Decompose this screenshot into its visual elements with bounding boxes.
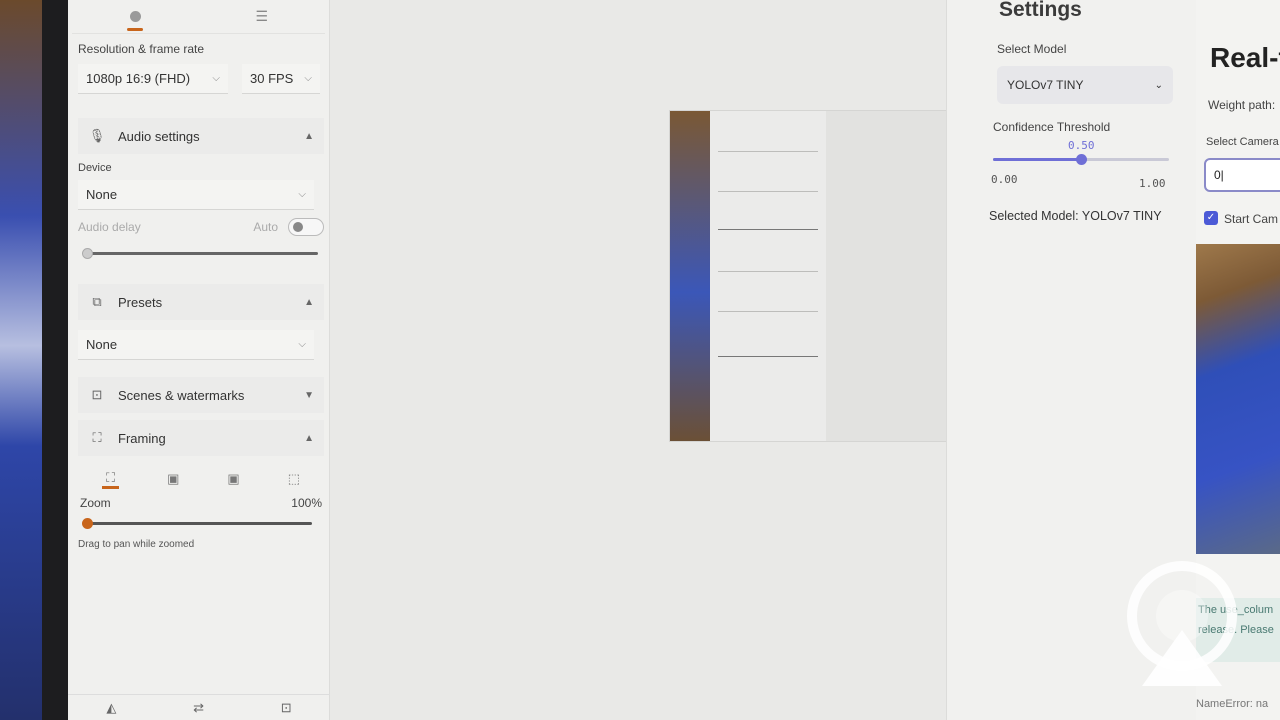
sidebar-title: Settings [999, 0, 1082, 21]
auto-toggle[interactable] [288, 218, 324, 236]
watermark-logo-icon [1127, 561, 1237, 686]
camera-settings-panel: ☰ Resolution & frame rate 1080p 16:9 (FH… [68, 0, 330, 720]
presets-header[interactable]: ⧉ Presets ▲ [78, 284, 324, 320]
audio-delay-thumb[interactable] [82, 248, 93, 259]
thumbnail-line [718, 271, 818, 272]
thumbnail-line [718, 356, 818, 357]
weight-path-label: Weight path: [1208, 98, 1276, 112]
device-value: None [86, 187, 118, 202]
resolution-value: 1080p 16:9 (FHD) [86, 71, 191, 86]
auto-label: Auto [253, 220, 278, 234]
panel-bottom-bar: ◭ ⇄ ⊡ [68, 694, 330, 720]
chevron-down-icon: ▼ [304, 389, 314, 401]
framing-icon: ⛶ [92, 430, 102, 445]
chevron-down-icon: ⌵ [298, 189, 306, 200]
camera-feed [1196, 244, 1280, 554]
model-select-value: YOLOv7 TINY [1007, 78, 1084, 92]
framing-title: Framing [118, 430, 166, 446]
thumbnail-line [718, 191, 818, 192]
start-camera-checkbox[interactable]: ✓ [1204, 211, 1218, 225]
camera-dot-icon [129, 11, 141, 22]
confidence-slider[interactable] [993, 154, 1169, 165]
frame-face-icon[interactable]: ▣ [227, 471, 239, 487]
camera-input[interactable]: 0| [1204, 158, 1280, 192]
fps-value: 30 FPS [250, 71, 294, 86]
sliders-icon: ☰ [255, 8, 269, 24]
presets-title: Presets [118, 294, 163, 310]
chevron-down-icon: ⌵ [298, 339, 306, 350]
preview-thumbnail [669, 110, 955, 442]
frame-person-icon[interactable]: ▣ [167, 471, 179, 487]
chevron-down-icon: ⌵ [212, 73, 220, 84]
fps-dropdown[interactable]: 30 FPS ⌵ [242, 64, 320, 94]
slider-min: 0.00 [991, 173, 1018, 186]
audio-delay-slider[interactable] [82, 248, 318, 259]
zoom-label: Zoom [80, 496, 111, 510]
photo-background-left [0, 0, 42, 720]
device-label: Device [78, 162, 112, 174]
chevron-up-icon: ▲ [304, 296, 314, 308]
resolution-dropdown[interactable]: 1080p 16:9 (FHD) ⌵ [78, 64, 228, 94]
framing-modes: ⛶ ▣ ▣ ⬚ [78, 466, 324, 492]
chevron-up-icon: ▲ [304, 432, 314, 444]
capture-icon[interactable]: ⊡ [281, 700, 292, 716]
confidence-value: 0.50 [1068, 139, 1095, 152]
thumbnail-photo-strip [670, 111, 710, 441]
scenes-title: Scenes & watermarks [118, 387, 245, 403]
thumbnail-line [718, 311, 818, 312]
resolution-section: Resolution & frame rate 1080p 16:9 (FHD)… [78, 42, 324, 94]
panel-tabs: ☰ [72, 0, 325, 34]
frame-manual-icon[interactable]: ⛶ [102, 470, 120, 489]
chevron-down-icon: ⌵ [304, 73, 312, 84]
thumbnail-line [718, 229, 818, 230]
audio-settings-title: Audio settings [118, 128, 200, 144]
presets-dropdown[interactable]: None ⌵ [78, 330, 314, 360]
page-title: Real-t [1210, 42, 1280, 73]
selected-model-text: Selected Model: YOLOv7 TINY [989, 209, 1162, 223]
zoom-thumb[interactable] [82, 518, 93, 529]
start-camera-label: Start Cam [1224, 212, 1279, 226]
zoom-slider[interactable] [82, 518, 312, 529]
swap-icon[interactable]: ⇄ [193, 700, 204, 716]
thumbnail-panel [710, 111, 826, 441]
scenes-header[interactable]: ⊡ Scenes & watermarks ▼ [78, 377, 324, 413]
audio-settings-header[interactable]: 🎙 Audio settings ▲ [78, 118, 324, 154]
device-dropdown[interactable]: None ⌵ [78, 180, 314, 210]
audio-section: 🎙 Audio settings ▲ Device None ⌵ Audio d… [78, 118, 324, 259]
model-select[interactable]: YOLOv7 TINY ⌄ [997, 66, 1173, 104]
select-camera-label: Select Camera [1206, 136, 1279, 148]
mirror-icon[interactable]: ◭ [106, 700, 116, 716]
presets-value: None [86, 337, 118, 352]
presets-section: ⧉ Presets ▲ None ⌵ [78, 284, 324, 360]
framing-header[interactable]: ⛶ Framing ▲ [78, 420, 324, 456]
confidence-slider-thumb[interactable] [1076, 154, 1087, 165]
chevron-up-icon: ▲ [304, 130, 314, 142]
confidence-slider-fill [993, 158, 1081, 161]
scenes-section: ⊡ Scenes & watermarks ▼ [78, 377, 324, 413]
audio-delay-label: Audio delay [78, 220, 141, 234]
confidence-label: Confidence Threshold [993, 120, 1111, 134]
error-message: NameError: na [1196, 698, 1269, 710]
frame-auto-icon[interactable]: ⬚ [288, 471, 300, 487]
tab-camera[interactable] [72, 0, 199, 33]
drag-hint: Drag to pan while zoomed [78, 539, 195, 550]
slider-max: 1.00 [1139, 177, 1166, 190]
monitor-bezel [42, 0, 68, 720]
tab-adjustments[interactable]: ☰ [199, 0, 326, 33]
presets-icon: ⧉ [92, 294, 102, 309]
thumbnail-line [718, 151, 818, 152]
resolution-label: Resolution & frame rate [78, 42, 205, 56]
scenes-icon: ⊡ [91, 387, 103, 402]
chevron-down-icon: ⌄ [1154, 79, 1163, 91]
zoom-value: 100% [291, 496, 322, 510]
select-model-label: Select Model [997, 42, 1067, 56]
microphone-icon: 🎙 [88, 128, 106, 143]
framing-section: ⛶ Framing ▲ ⛶ ▣ ▣ ⬚ Zoom 100% Drag to pa… [78, 420, 324, 550]
